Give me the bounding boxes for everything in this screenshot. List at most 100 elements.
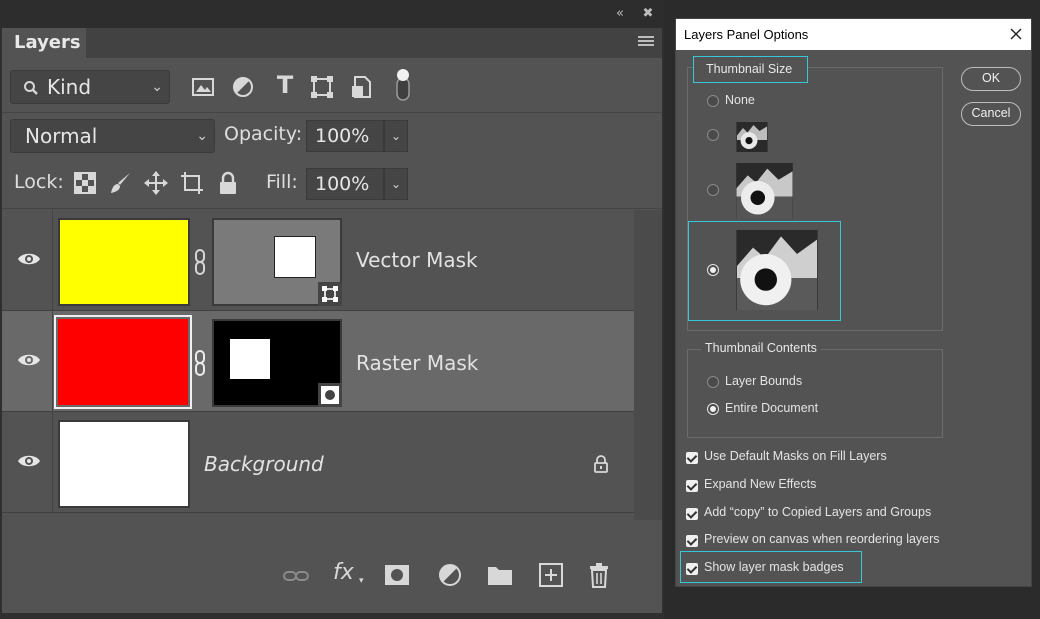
expand-effects-checkbox[interactable] bbox=[686, 480, 698, 492]
close-panel-icon[interactable]: ✖ bbox=[640, 6, 656, 22]
lock-label: Lock: bbox=[14, 171, 64, 193]
thumbnail-small-preview[interactable] bbox=[736, 122, 768, 152]
thumbnail-none-radio[interactable] bbox=[707, 95, 719, 107]
layer-row-raster-mask[interactable]: Raster Mask bbox=[2, 311, 634, 411]
opacity-dropdown-button[interactable]: ⌄ bbox=[384, 120, 408, 152]
visibility-column-divider bbox=[52, 210, 53, 310]
layer-thumbnail[interactable] bbox=[58, 218, 190, 306]
adjustment-layer-icon[interactable] bbox=[436, 561, 464, 589]
collapse-panel-icon[interactable]: « bbox=[612, 6, 628, 22]
layer-bounds-radio[interactable] bbox=[707, 376, 719, 388]
blend-mode-value: Normal bbox=[25, 124, 98, 148]
type-filter-icon[interactable]: T bbox=[272, 72, 298, 98]
layer-thumbnail-selected[interactable] bbox=[54, 315, 192, 409]
layer-thumbnail[interactable] bbox=[58, 420, 190, 508]
sunflower-icon bbox=[736, 163, 793, 219]
layer-name[interactable]: Vector Mask bbox=[356, 248, 478, 272]
thumbnail-medium-preview[interactable] bbox=[736, 163, 793, 219]
layers-panel: « ✖ Layers Kind ⌄ T Normal ⌄ Opacity: 10… bbox=[0, 0, 664, 619]
lock-artboard-icon[interactable] bbox=[179, 170, 205, 196]
adjustment-filter-icon[interactable] bbox=[230, 74, 256, 100]
add-copy-checkbox[interactable] bbox=[686, 508, 698, 520]
fill-field[interactable]: 100% bbox=[306, 168, 384, 200]
close-icon[interactable] bbox=[1009, 27, 1023, 41]
raster-mask-thumbnail[interactable] bbox=[212, 319, 342, 407]
thumbnail-none-label[interactable]: None bbox=[725, 93, 755, 107]
eye-icon[interactable] bbox=[16, 347, 42, 373]
layer-bounds-label[interactable]: Layer Bounds bbox=[725, 374, 802, 388]
raster-mask-badge-icon bbox=[321, 386, 339, 404]
thumbnail-contents-title: Thumbnail Contents bbox=[701, 341, 821, 355]
preview-reorder-label[interactable]: Preview on canvas when reordering layers bbox=[704, 532, 940, 546]
visibility-column-divider bbox=[52, 412, 53, 512]
filter-toggle-icon[interactable] bbox=[390, 68, 416, 102]
entire-document-label[interactable]: Entire Document bbox=[725, 401, 818, 415]
entire-document-radio[interactable] bbox=[707, 403, 719, 415]
layer-name[interactable]: Raster Mask bbox=[356, 351, 478, 375]
raster-mask-shape bbox=[230, 339, 270, 379]
thumbnail-large-radio[interactable] bbox=[707, 264, 719, 276]
lock-icon[interactable] bbox=[592, 455, 610, 473]
vector-mask-badge bbox=[318, 282, 342, 306]
opacity-label: Opacity: bbox=[224, 123, 303, 145]
link-chain-icon[interactable] bbox=[193, 349, 207, 377]
chevron-down-icon: ⌄ bbox=[151, 79, 163, 95]
cancel-button[interactable]: Cancel bbox=[961, 102, 1021, 126]
layers-panel-body: Layers Kind ⌄ T Normal ⌄ Opacity: 100% ⌄… bbox=[2, 28, 662, 613]
mask-badges-checkbox[interactable] bbox=[686, 563, 698, 575]
sunflower-icon bbox=[737, 122, 767, 152]
link-chain-icon[interactable] bbox=[193, 248, 207, 276]
dialog-titlebar: Layers Panel Options bbox=[676, 19, 1031, 50]
eye-icon[interactable] bbox=[16, 448, 42, 474]
filter-kind-label: Kind bbox=[47, 75, 92, 99]
thumbnail-medium-radio[interactable] bbox=[707, 184, 719, 196]
thumbnail-size-title-highlight: Thumbnail Size bbox=[693, 56, 808, 83]
layer-row-background[interactable]: Background bbox=[2, 412, 634, 512]
shape-filter-icon[interactable] bbox=[309, 74, 335, 100]
fill-dropdown-button[interactable]: ⌄ bbox=[384, 168, 408, 200]
thumbnail-contents-group bbox=[687, 349, 943, 438]
ok-button[interactable]: OK bbox=[961, 67, 1021, 91]
tab-layers[interactable]: Layers bbox=[2, 28, 86, 58]
lock-transparent-icon[interactable] bbox=[72, 170, 98, 196]
tab-strip: Layers bbox=[2, 28, 662, 58]
eye-icon[interactable] bbox=[16, 246, 42, 272]
delete-layer-icon[interactable] bbox=[585, 561, 613, 589]
fx-icon[interactable]: fx ▾ bbox=[333, 559, 364, 587]
thumbnail-size-title: Thumbnail Size bbox=[706, 62, 793, 76]
chevron-down-icon: ⌄ bbox=[196, 128, 208, 144]
blend-mode-dropdown[interactable]: Normal ⌄ bbox=[10, 119, 215, 153]
layer-row-vector-mask[interactable]: Vector Mask bbox=[2, 210, 634, 310]
fx-label: fx bbox=[333, 560, 354, 585]
lock-position-icon[interactable] bbox=[143, 170, 169, 196]
panel-topbar: « ✖ bbox=[0, 0, 664, 28]
mask-badges-label[interactable]: Show layer mask badges bbox=[704, 560, 844, 574]
filter-kind-dropdown[interactable]: Kind ⌄ bbox=[10, 70, 170, 104]
add-mask-icon[interactable] bbox=[383, 561, 411, 589]
layers-scrollbar[interactable] bbox=[634, 210, 662, 520]
visibility-column-divider bbox=[52, 311, 53, 411]
thumbnail-small-radio[interactable] bbox=[707, 129, 719, 141]
lock-all-icon[interactable] bbox=[215, 170, 241, 196]
new-layer-icon[interactable] bbox=[537, 561, 565, 589]
vector-mask-thumbnail[interactable] bbox=[212, 218, 342, 306]
layers-bottom-bar: fx ▾ bbox=[2, 542, 662, 610]
link-layers-icon[interactable] bbox=[282, 562, 310, 590]
thumbnail-large-preview[interactable] bbox=[736, 230, 818, 310]
layer-color-fill bbox=[60, 220, 188, 304]
expand-effects-label[interactable]: Expand New Effects bbox=[704, 477, 816, 491]
lock-image-icon[interactable] bbox=[108, 170, 134, 196]
add-copy-label[interactable]: Add “copy” to Copied Layers and Groups bbox=[704, 505, 931, 519]
layer-color-fill bbox=[58, 319, 188, 405]
new-group-icon[interactable] bbox=[486, 561, 514, 589]
default-masks-label[interactable]: Use Default Masks on Fill Layers bbox=[704, 449, 887, 463]
panel-menu-icon[interactable] bbox=[638, 36, 654, 50]
layer-name[interactable]: Background bbox=[204, 452, 324, 476]
preview-reorder-checkbox[interactable] bbox=[686, 535, 698, 547]
smart-object-filter-icon[interactable] bbox=[349, 74, 375, 100]
image-filter-icon[interactable] bbox=[190, 74, 216, 100]
default-masks-checkbox[interactable] bbox=[686, 452, 698, 464]
sunflower-icon bbox=[737, 230, 817, 310]
layers-list-divider bbox=[2, 208, 662, 209]
opacity-field[interactable]: 100% bbox=[306, 120, 384, 152]
